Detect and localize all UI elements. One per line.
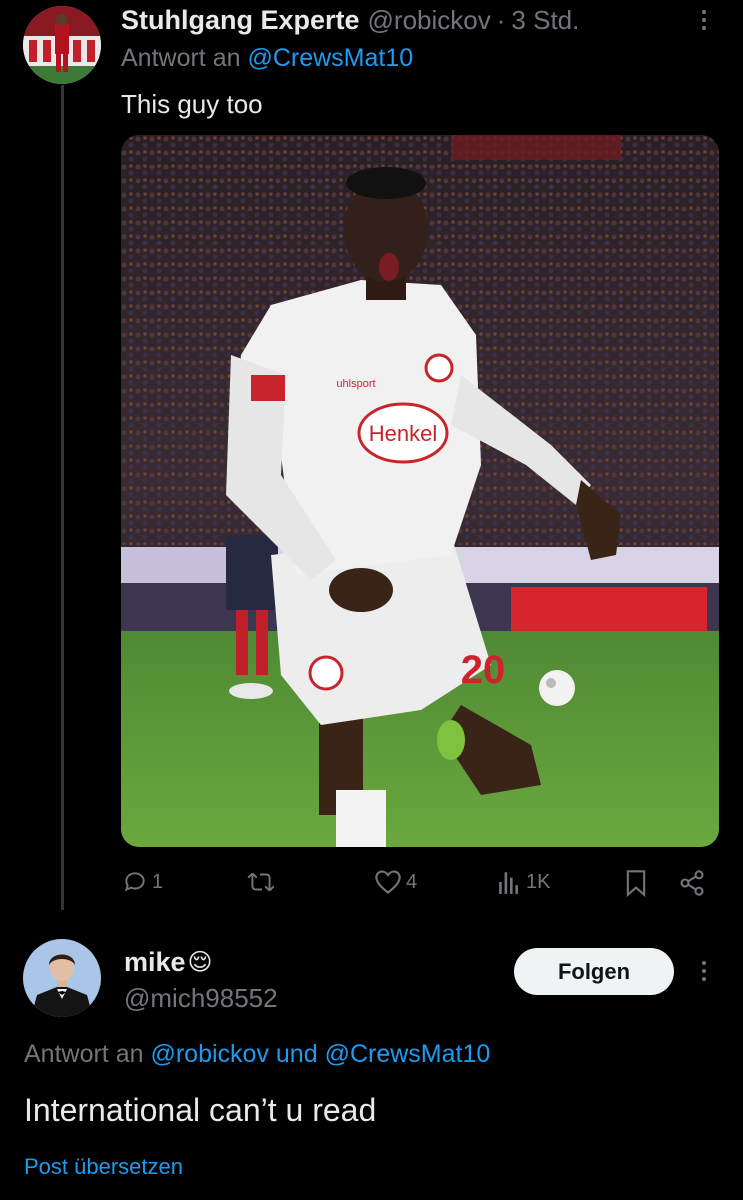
follow-button[interactable]: Folgen	[514, 948, 674, 995]
views-button[interactable]: 1K	[498, 869, 550, 895]
reply-context: Antwort an @CrewsMat10	[121, 44, 413, 73]
timestamp[interactable]: 3 Std.	[511, 5, 579, 36]
more-options-icon[interactable]	[702, 961, 706, 981]
reply-button[interactable]: 1	[122, 869, 163, 895]
share-button[interactable]	[678, 869, 706, 902]
reply-icon	[124, 872, 145, 892]
reply-count: 1	[152, 870, 164, 893]
display-name[interactable]: Stuhlgang Experte	[121, 5, 360, 36]
tweet-text: This guy too	[121, 89, 263, 119]
shirt-number-text: 20	[461, 648, 506, 692]
share-icon	[680, 870, 704, 896]
reply-to-link[interactable]: @CrewsMat10	[325, 1040, 491, 1068]
sponsor-logo-text: Henkel	[369, 421, 437, 446]
reply-context: Antwort an @robickov und @CrewsMat10	[24, 1040, 490, 1069]
kit-brand-text: uhlsport	[336, 378, 375, 390]
reply-to-and: und	[275, 1040, 318, 1068]
football-player-photo: Henkel uhlsport 20	[121, 135, 719, 847]
repost-icon	[247, 872, 275, 892]
thread-connector-line	[61, 85, 64, 910]
user-handle[interactable]: @mich98552	[124, 983, 278, 1014]
user-name-row: mike 😌	[124, 947, 213, 978]
tweet-photo[interactable]: Henkel uhlsport 20	[121, 135, 719, 847]
avatar[interactable]	[23, 6, 101, 84]
reply-to-link[interactable]: @robickov	[150, 1040, 268, 1068]
views-count: 1K	[526, 870, 551, 893]
bookmark-icon	[626, 870, 646, 897]
reply-to-link[interactable]: @CrewsMat10	[247, 44, 413, 72]
translate-post-link[interactable]: Post übersetzen	[24, 1154, 183, 1180]
reply-prefix: Antwort an	[24, 1040, 144, 1068]
heart-icon	[375, 870, 401, 894]
bookmark-button[interactable]	[624, 869, 648, 902]
avatar-image	[23, 6, 101, 84]
views-icon	[499, 872, 519, 894]
tweet-header: Stuhlgang Experte @robickov · 3 Std.	[121, 3, 579, 37]
repost-button[interactable]	[246, 869, 280, 895]
relieved-face-emoji: 😌	[187, 949, 213, 976]
like-button[interactable]: 4	[374, 869, 417, 895]
separator-dot: ·	[496, 4, 506, 35]
avatar[interactable]	[23, 939, 101, 1017]
more-options-icon[interactable]	[702, 10, 706, 30]
reply-prefix: Antwort an	[121, 44, 241, 72]
display-name[interactable]: mike	[124, 947, 186, 978]
avatar-image	[23, 939, 101, 1017]
like-count: 4	[406, 870, 418, 893]
tweet-text: International can’t u read	[24, 1092, 377, 1128]
user-handle[interactable]: @robickov	[368, 5, 491, 36]
